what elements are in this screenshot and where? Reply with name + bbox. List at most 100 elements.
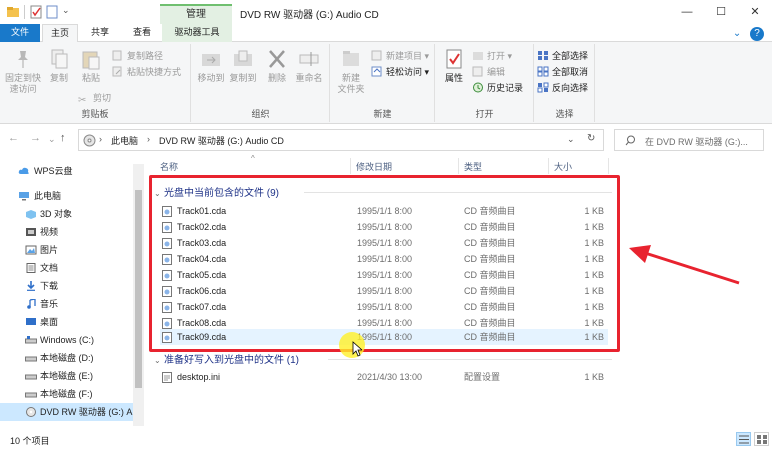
move-to-icon xyxy=(202,54,220,66)
crumb-current-drive[interactable]: DVD RW 驱动器 (G:) Audio CD xyxy=(159,134,284,147)
table-row[interactable]: desktop.ini 2021/4/30 13:00 配置设置 1 KB xyxy=(160,369,608,385)
drive-icon xyxy=(25,356,37,362)
column-size[interactable]: 大小 xyxy=(554,160,572,173)
column-name[interactable]: 名称 xyxy=(160,160,178,173)
music-icon xyxy=(27,299,36,309)
easy-access-icon xyxy=(371,66,382,77)
help-button[interactable]: ? xyxy=(750,27,764,41)
nav-item-this-pc[interactable]: 此电脑 xyxy=(0,187,135,205)
nav-scrollbar[interactable] xyxy=(133,164,144,426)
nav-item-documents[interactable]: 文档 xyxy=(0,259,135,277)
pin-label-1: 固定到快 xyxy=(4,73,41,83)
tab-drive-tools[interactable]: 驱动器工具 xyxy=(162,24,232,42)
open-button[interactable]: 打开 ▾ xyxy=(472,49,512,63)
tab-share[interactable]: 共享 xyxy=(82,24,118,42)
select-all-label: 全部选择 xyxy=(552,51,589,61)
ini-file-icon xyxy=(162,372,172,383)
move-to-button[interactable]: 移动到 xyxy=(196,48,226,84)
mouse-cursor-icon xyxy=(352,341,362,357)
paste-button[interactable]: 粘贴 xyxy=(76,48,106,84)
copy-label: 复制 xyxy=(49,73,68,83)
nav-label: 本地磁盘 (D:) xyxy=(40,353,94,363)
new-folder-qa-icon[interactable] xyxy=(46,5,58,19)
paste-shortcut-button[interactable]: 粘贴快捷方式 xyxy=(112,65,181,79)
minimize-button[interactable]: — xyxy=(678,3,696,21)
nav-item-dvd-drive[interactable]: DVD RW 驱动器 (G:) A xyxy=(0,403,135,421)
back-button[interactable]: ← xyxy=(8,132,19,144)
pin-quick-access-button[interactable]: 固定到快 速访问 xyxy=(4,48,42,95)
rename-button[interactable]: 重命名 xyxy=(292,48,326,84)
nav-item-d-drive[interactable]: 本地磁盘 (D:) xyxy=(0,349,135,367)
group-divider xyxy=(328,359,612,360)
nav-item-e-drive[interactable]: 本地磁盘 (E:) xyxy=(0,367,135,385)
nav-item-pictures[interactable]: 图片 xyxy=(0,241,135,259)
nav-item-wps-cloud[interactable]: WPS云盘 xyxy=(0,162,135,180)
nav-label: 3D 对象 xyxy=(40,209,73,219)
group-header-ready-to-burn[interactable]: ⌄ 准备好写入到光盘中的文件 (1) xyxy=(154,351,299,366)
cut-button[interactable]: ✂ 剪切 xyxy=(78,91,111,106)
manage-context-tab[interactable]: 管理 xyxy=(160,4,232,24)
ribbon-tabs: 文件 主页 共享 查看 驱动器工具 ⌄ ? xyxy=(0,24,772,42)
tab-file[interactable]: 文件 xyxy=(0,24,40,42)
search-placeholder: 在 DVD RW 驱动器 (G:)... xyxy=(645,137,748,147)
refresh-button[interactable]: ↻ xyxy=(587,133,595,144)
history-button[interactable]: 历史记录 xyxy=(472,81,523,95)
delete-button[interactable]: 删除 xyxy=(264,48,290,84)
recent-locations-button[interactable]: ⌄ xyxy=(48,134,56,145)
nav-item-f-drive[interactable]: 本地磁盘 (F:) xyxy=(0,385,135,403)
easy-access-button[interactable]: 轻松访问 ▾ xyxy=(371,65,429,79)
edit-button[interactable]: 编辑 xyxy=(472,65,505,79)
up-button[interactable]: ↑ xyxy=(60,132,66,144)
address-dropdown[interactable]: ⌄ xyxy=(567,134,575,145)
maximize-button[interactable]: ☐ xyxy=(712,3,730,21)
close-button[interactable]: ✕ xyxy=(746,3,764,21)
select-all-button[interactable]: 全部选择 xyxy=(537,49,588,63)
new-folder-button[interactable]: 新建 文件夹 xyxy=(335,48,367,95)
open-label: 打开 xyxy=(487,51,506,61)
copy-to-button[interactable]: 复制到 xyxy=(228,48,258,84)
copy-path-button[interactable]: 复制路径 xyxy=(112,49,163,63)
pin-label-2: 速访问 xyxy=(9,84,37,94)
nav-item-3d-objects[interactable]: 3D 对象 xyxy=(0,205,135,223)
tab-home[interactable]: 主页 xyxy=(42,24,78,42)
status-bar: 10 个项目 xyxy=(0,428,772,450)
search-box[interactable]: 在 DVD RW 驱动器 (G:)... xyxy=(614,129,764,151)
tab-view[interactable]: 查看 xyxy=(124,24,160,42)
column-separator[interactable] xyxy=(548,158,549,174)
properties-check-icon[interactable] xyxy=(30,5,42,19)
history-icon xyxy=(473,82,483,93)
nav-scrollbar-thumb[interactable] xyxy=(135,190,142,388)
large-icons-view-button[interactable] xyxy=(754,432,769,446)
forward-button[interactable]: → xyxy=(30,132,41,144)
column-type[interactable]: 类型 xyxy=(464,160,482,173)
nav-item-c-drive[interactable]: Windows (C:) xyxy=(0,331,135,349)
sort-ascending-icon: ^ xyxy=(251,154,255,163)
nav-item-music[interactable]: 音乐 xyxy=(0,295,135,313)
column-separator[interactable] xyxy=(458,158,459,174)
address-bar[interactable]: › 此电脑 › DVD RW 驱动器 (G:) Audio CD ⌄ ↻ xyxy=(78,129,604,151)
item-count: 10 个项目 xyxy=(10,436,50,446)
column-modified[interactable]: 修改日期 xyxy=(356,160,392,173)
nav-item-downloads[interactable]: 下载 xyxy=(0,277,135,295)
select-none-button[interactable]: 全部取消 xyxy=(537,65,588,79)
properties-button[interactable]: 属性 xyxy=(440,48,468,84)
search-icon xyxy=(625,135,635,146)
nav-item-desktop[interactable]: 桌面 xyxy=(0,313,135,331)
qa-separator xyxy=(24,5,25,19)
invert-selection-icon xyxy=(537,82,549,93)
column-separator[interactable] xyxy=(350,158,351,174)
customize-qa-dropdown[interactable]: ⌄ xyxy=(62,5,70,19)
new-item-button[interactable]: 新建项目 ▾ xyxy=(371,49,429,63)
new-group-label: 新建 xyxy=(373,109,392,119)
crumb-this-pc[interactable]: 此电脑 xyxy=(111,134,138,147)
cloud-icon xyxy=(18,167,29,174)
paste-shortcut-icon xyxy=(112,66,122,77)
invert-selection-button[interactable]: 反向选择 xyxy=(537,81,588,95)
computer-icon xyxy=(19,192,29,201)
expand-ribbon-button[interactable]: ⌄ xyxy=(733,28,741,39)
details-view-button[interactable] xyxy=(736,432,751,446)
copy-button[interactable]: 复制 xyxy=(44,48,74,84)
annotation-arrow-icon xyxy=(629,245,740,285)
nav-item-videos[interactable]: 视频 xyxy=(0,223,135,241)
column-separator[interactable] xyxy=(608,158,609,174)
